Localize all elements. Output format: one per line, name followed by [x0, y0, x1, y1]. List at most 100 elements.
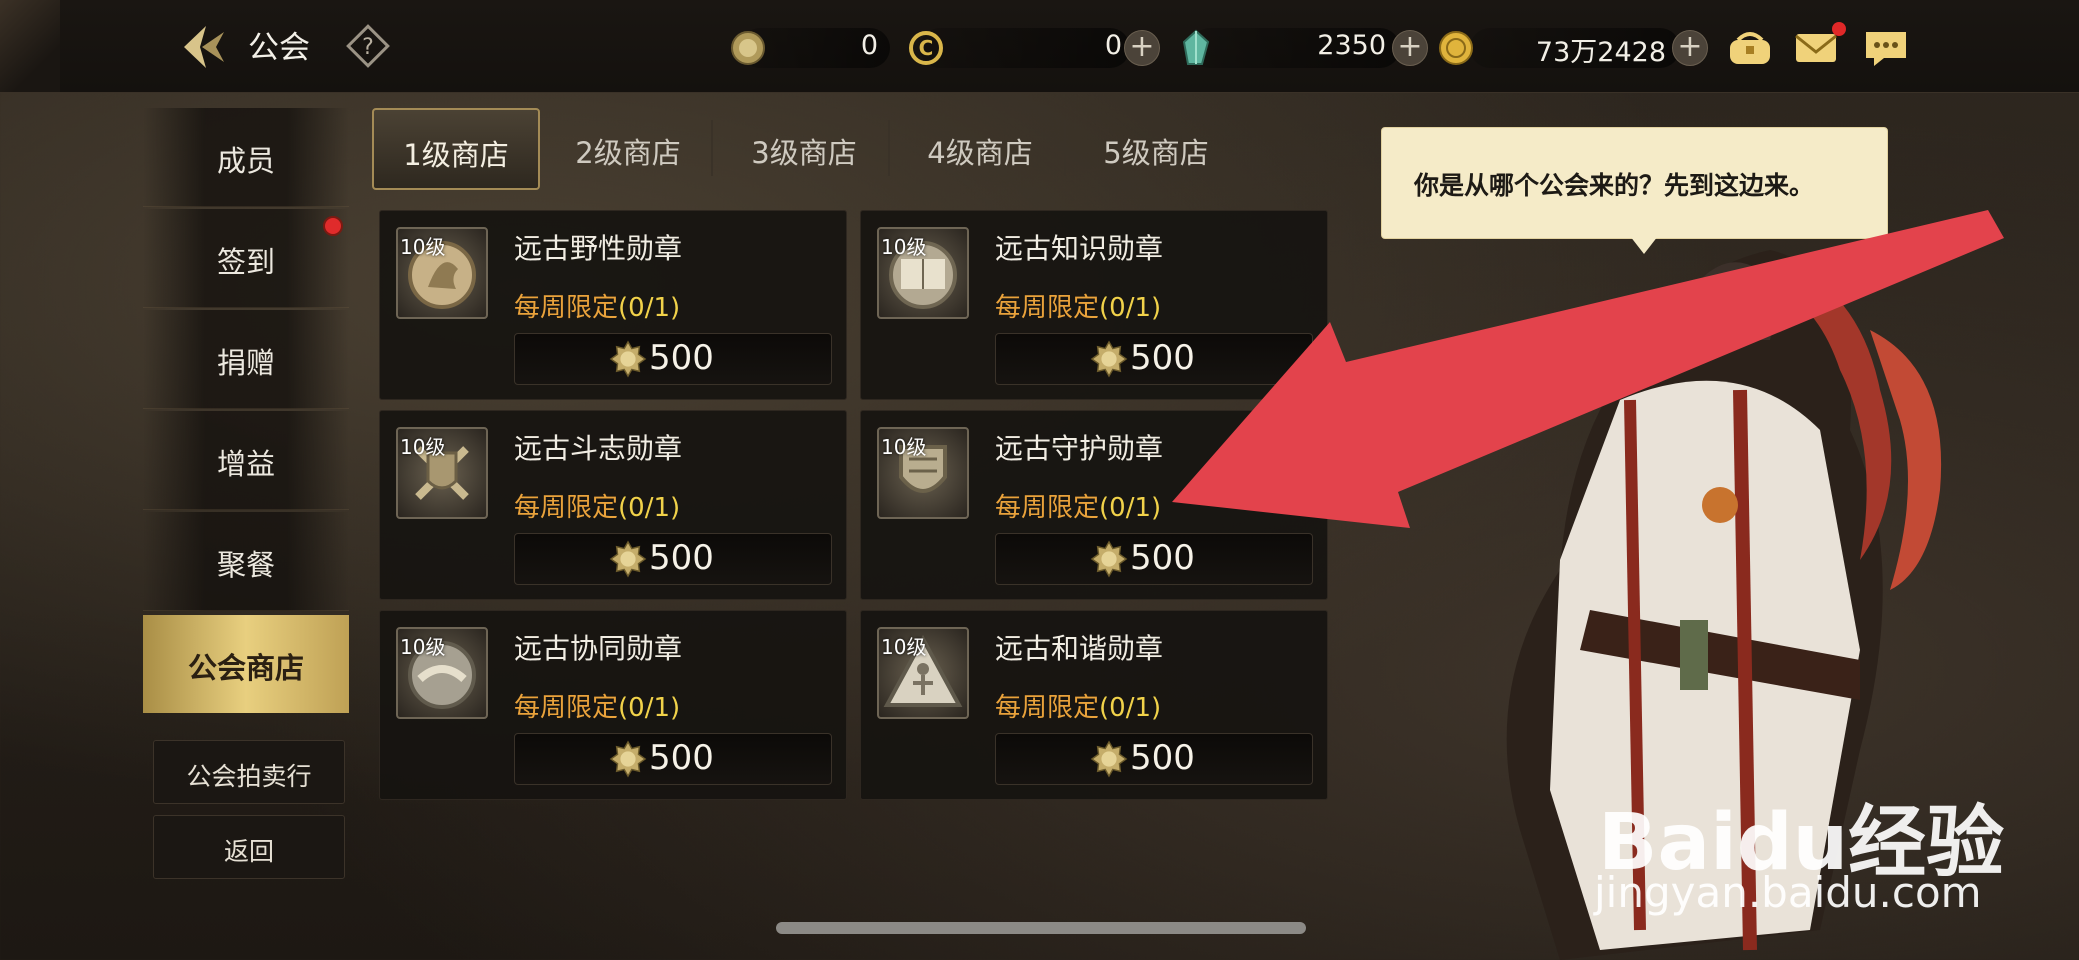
tab-shop-level-5[interactable]: 5级商店	[1074, 108, 1238, 186]
shop-item-card[interactable]: 10级 远古和谐勋章 每周限定(0/1) 500	[860, 610, 1328, 800]
limit-count: (0/1)	[618, 693, 681, 723]
item-price: 500	[1130, 538, 1195, 578]
guard-medal-icon[interactable]: 10级	[877, 427, 969, 519]
shop-item-card[interactable]: 10级 远古协同勋章 每周限定(0/1) 500	[379, 610, 847, 800]
tab-label: 5级商店	[1103, 136, 1209, 170]
limit-label: 每周限定	[514, 293, 619, 323]
sidebar-item-donate[interactable]: 捐赠	[143, 310, 349, 409]
item-level-badge: 10级	[881, 435, 927, 459]
buy-button[interactable]: 500	[995, 733, 1313, 785]
item-price: 500	[1130, 338, 1195, 378]
buy-button[interactable]: 500	[514, 333, 832, 385]
guild-coin-icon	[609, 340, 647, 378]
tab-label: 4级商店	[927, 136, 1033, 170]
chat-icon[interactable]	[1862, 26, 1910, 70]
help-button[interactable]: ?	[344, 22, 392, 70]
guild-auction-button[interactable]: 公会拍卖行	[153, 740, 345, 804]
buy-button[interactable]: 500	[995, 533, 1313, 585]
baidu-watermark-url: jingyan.baidu.com	[1594, 868, 1982, 917]
sidebar-item-label: 增益	[216, 447, 275, 481]
item-price: 500	[1130, 738, 1195, 778]
top-bar: 公会 ? 0 C 0 + 2350 + 73万2428 +	[0, 0, 2079, 93]
synergy-medal-icon[interactable]: 10级	[396, 627, 488, 719]
limit-count: (0/1)	[1099, 693, 1162, 723]
tab-divider	[711, 120, 713, 176]
shop-item-card[interactable]: 10级 远古知识勋章 每周限定(0/1) 500	[860, 210, 1328, 400]
gold-value: 73万2428	[1535, 37, 1666, 68]
item-name: 远古协同勋章	[514, 632, 683, 665]
mail-notification-dot	[1832, 22, 1846, 36]
crystal-add-button[interactable]: +	[1392, 30, 1428, 66]
tab-label: 3级商店	[751, 136, 857, 170]
item-level-badge: 10级	[400, 635, 446, 659]
weekly-limit: 每周限定(0/1)	[514, 287, 680, 324]
item-name: 远古知识勋章	[995, 232, 1164, 265]
guild-coin-icon	[609, 740, 647, 778]
sidebar-item-buff[interactable]: 增益	[143, 411, 349, 510]
sidebar-item-label: 捐赠	[216, 346, 275, 380]
harmony-medal-icon[interactable]: 10级	[877, 627, 969, 719]
c-currency-value: 0	[1104, 30, 1122, 61]
sidebar-item-label: 签到	[216, 245, 275, 279]
item-name: 远古斗志勋章	[514, 432, 683, 465]
page-title: 公会	[248, 30, 310, 66]
tab-shop-level-3[interactable]: 3级商店	[722, 108, 886, 186]
buy-button[interactable]: 500	[995, 333, 1313, 385]
sidebar-item-checkin[interactable]: 签到	[143, 209, 349, 308]
weekly-limit: 每周限定(0/1)	[995, 287, 1161, 324]
shop-level-tabs: 1级商店 2级商店 3级商店 4级商店 5级商店	[370, 108, 1230, 190]
limit-count: (0/1)	[618, 493, 681, 523]
tab-label: 2级商店	[575, 136, 681, 170]
home-indicator[interactable]	[776, 922, 1306, 934]
weekly-limit: 每周限定(0/1)	[514, 487, 680, 524]
crystal-value: 2350	[1317, 30, 1386, 61]
item-price: 500	[649, 538, 714, 578]
checkin-notification-dot	[323, 216, 343, 236]
question-icon: ?	[346, 24, 390, 68]
guild-coin-icon	[1090, 340, 1128, 378]
back-arrow-button[interactable]	[178, 22, 230, 72]
buy-button[interactable]: 500	[514, 533, 832, 585]
tab-shop-level-2[interactable]: 2级商店	[546, 108, 710, 186]
svg-text:?: ?	[362, 35, 374, 60]
guild-auction-label: 公会拍卖行	[186, 762, 312, 791]
buy-button[interactable]: 500	[514, 733, 832, 785]
item-price: 500	[649, 338, 714, 378]
tab-divider	[1064, 120, 1066, 176]
item-level-badge: 10级	[400, 435, 446, 459]
limit-count: (0/1)	[1099, 493, 1162, 523]
knowledge-medal-icon[interactable]: 10级	[877, 227, 969, 319]
sidebar-item-guild-shop[interactable]: 公会商店	[143, 615, 349, 713]
shop-item-card[interactable]: 10级 远古野性勋章 每周限定(0/1) 500	[379, 210, 847, 400]
sidebar-item-members[interactable]: 成员	[143, 108, 349, 207]
shop-item-card[interactable]: 10级 远古守护勋章 每周限定(0/1) 500	[860, 410, 1328, 600]
corner-decoration	[0, 0, 60, 92]
guild-coin-icon	[731, 31, 765, 65]
tab-divider	[888, 120, 890, 176]
c-currency-add-button[interactable]: +	[1124, 30, 1160, 66]
item-price: 500	[649, 738, 714, 778]
item-level-badge: 10级	[881, 635, 927, 659]
gold-add-button[interactable]: +	[1672, 30, 1708, 66]
limit-label: 每周限定	[995, 493, 1100, 523]
tab-label: 1级商店	[403, 138, 509, 172]
tab-shop-level-4[interactable]: 4级商店	[898, 108, 1062, 186]
return-label: 返回	[223, 837, 274, 866]
guild-coin-icon	[1090, 540, 1128, 578]
weekly-limit: 每周限定(0/1)	[514, 687, 680, 724]
item-name: 远古和谐勋章	[995, 632, 1164, 665]
shop-item-card[interactable]: 10级 远古斗志勋章 每周限定(0/1) 500	[379, 410, 847, 600]
wild-medal-icon[interactable]: 10级	[396, 227, 488, 319]
sidebar-item-label: 聚餐	[216, 548, 275, 582]
return-button[interactable]: 返回	[153, 815, 345, 879]
c-currency-icon: C	[909, 31, 943, 65]
wallet-icon[interactable]	[1726, 26, 1774, 70]
weekly-limit: 每周限定(0/1)	[995, 487, 1161, 524]
back-arrow-icon	[184, 26, 224, 68]
limit-label: 每周限定	[995, 693, 1100, 723]
limit-label: 每周限定	[514, 693, 619, 723]
fighting-medal-icon[interactable]: 10级	[396, 427, 488, 519]
tab-shop-level-1[interactable]: 1级商店	[372, 108, 540, 190]
sidebar-item-feast[interactable]: 聚餐	[143, 512, 349, 611]
guild-coin-value: 0	[860, 30, 878, 61]
